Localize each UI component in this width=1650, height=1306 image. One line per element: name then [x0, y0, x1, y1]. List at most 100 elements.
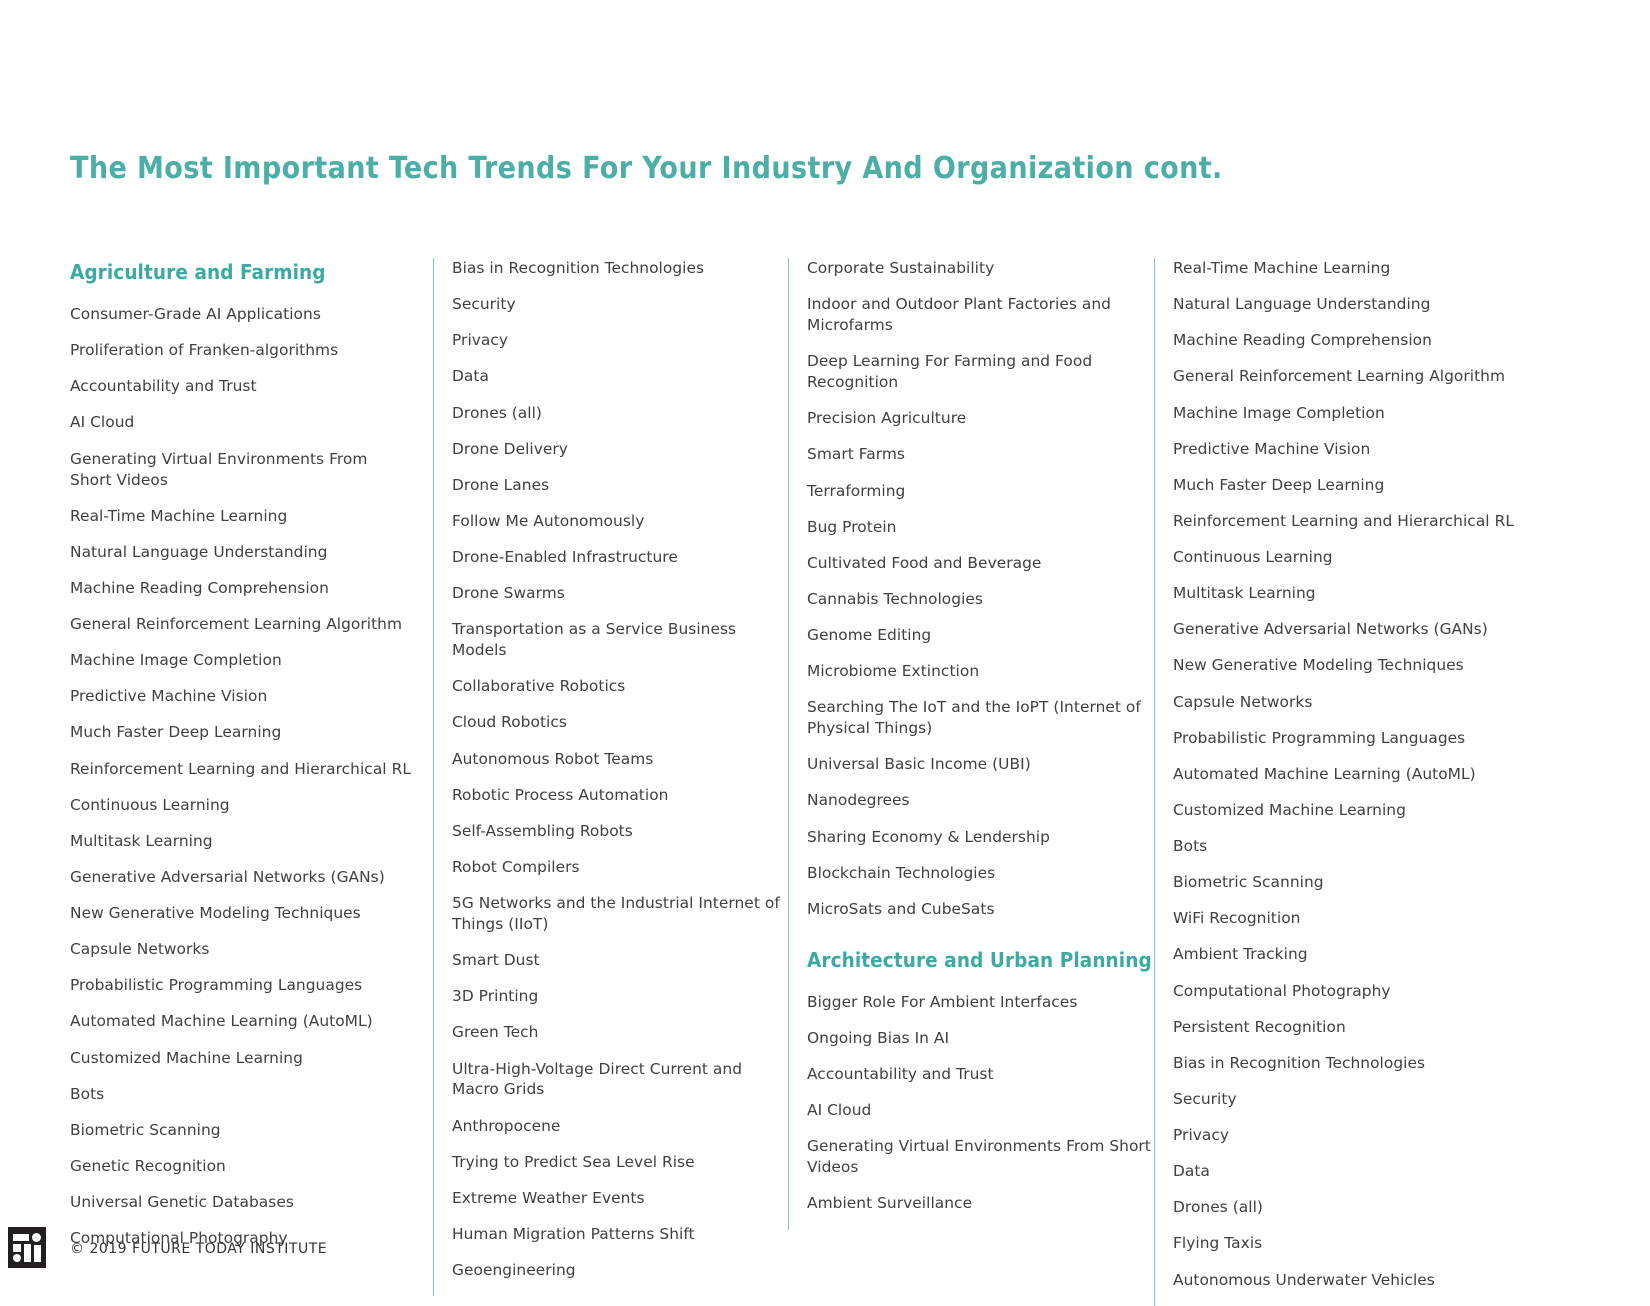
trend-list-item: 3D Printing: [452, 987, 539, 1006]
trend-list-item: Machine Image Completion: [1173, 403, 1385, 422]
trend-list-item: Autonomous Robot Teams: [452, 749, 654, 768]
trend-list-item: Data: [1173, 1162, 1210, 1181]
trend-list-item: Transportation as a Service Business Mod…: [452, 620, 737, 660]
logo-bar-middle: [24, 1244, 31, 1262]
page-title: The Most Important Tech Trends For Your …: [70, 151, 1223, 187]
trend-list-item: Continuous Learning: [1173, 548, 1333, 566]
trend-list-item: Bots: [1173, 837, 1208, 855]
trend-list-item: Genetic Recognition: [70, 1156, 226, 1175]
trend-list-item: Terraforming: [807, 481, 906, 500]
trend-list-item: Biometric Scanning: [70, 1120, 221, 1139]
trend-list-item: Trying to Predict Sea Level Rise: [452, 1152, 695, 1171]
trend-list-item: WiFi Recognition: [1173, 909, 1301, 928]
trend-list-item: Ambient Tracking: [1173, 945, 1308, 964]
trend-list-item: Corporate Sustainability: [807, 259, 995, 277]
trend-list-item: New Generative Modeling Techniques: [1173, 656, 1464, 675]
logo-dot-bottom-left: [13, 1254, 21, 1262]
trend-list-item: New Generative Modeling Techniques: [70, 904, 361, 923]
trend-list-item: Nanodegrees: [807, 791, 910, 810]
trend-list-item: Self-Assembling Robots: [452, 821, 633, 840]
trend-list-item: General Reinforcement Learning Algorithm: [1173, 367, 1506, 386]
trend-list-item: Computational Photography: [1173, 981, 1391, 1000]
trend-list-item: Probabilistic Programming Languages: [1173, 728, 1466, 747]
logo-square: [13, 1244, 21, 1252]
trend-list-item: Generative Adversarial Networks (GANs): [70, 867, 385, 886]
trend-list-item: Smart Dust: [452, 951, 540, 970]
column-2: Bias in Recognition Technologies Security…: [433, 258, 788, 1297]
trend-list-item: Generative Adversarial Networks (GANs): [1173, 620, 1488, 639]
trend-list-item: Multitask Learning: [70, 831, 213, 850]
trend-list-item: Predictive Machine Vision: [1173, 439, 1371, 458]
trend-list-item: Deep Learning For Farming and Food Recog…: [807, 352, 1093, 392]
trend-list-item: Follow Me Autonomously: [452, 511, 645, 530]
trend-list-item: Machine Image Completion: [70, 651, 282, 670]
trend-list: Real-Time Machine Learning Natural Langua…: [1173, 258, 1550, 1290]
trend-list-item: Real-Time Machine Learning: [70, 506, 288, 525]
trend-list-item: Searching The IoT and the IoPT (Internet…: [807, 698, 1141, 738]
trend-list-item: Persistent Recognition: [1173, 1017, 1346, 1036]
trend-list-item: Robotic Process Automation: [452, 785, 669, 804]
trend-list-item: Machine Reading Comprehension: [70, 578, 329, 597]
trend-list-item: Predictive Machine Vision: [70, 687, 268, 706]
trend-list-item: Cannabis Technologies: [807, 589, 983, 608]
trend-list-item: Drone Lanes: [452, 475, 550, 494]
trend-list: Consumer-Grade AI Applications Proliferat…: [70, 304, 413, 1249]
page-footer: © 2019 FUTURE TODAY INSTITUTE: [0, 1205, 1650, 1275]
trend-list-item: Cultivated Food and Beverage: [807, 553, 1042, 572]
section-heading: Architecture and Urban Planning: [807, 947, 1152, 972]
logo-bar-top: [13, 1234, 29, 1241]
trend-list-item: Collaborative Robotics: [452, 677, 626, 696]
trend-list-item: Ongoing Bias In AI: [807, 1028, 950, 1047]
trend-list-item: Cloud Robotics: [452, 713, 567, 732]
trend-list-item: Security: [452, 295, 516, 314]
trend-list-item: Machine Reading Comprehension: [1173, 331, 1432, 350]
trend-list-item: AI Cloud: [70, 413, 135, 432]
trend-list-item: Drone-Enabled Infrastructure: [452, 548, 678, 566]
trend-list-item: Bots: [70, 1084, 105, 1103]
copyright-text: © 2019 FUTURE TODAY INSTITUTE: [70, 1241, 328, 1257]
trend-list-item: Reinforcement Learning and Hierarchical …: [70, 759, 411, 778]
trend-list-item: Universal Basic Income (UBI): [807, 755, 1031, 774]
trend-list-item: Bias in Recognition Technologies: [1173, 1053, 1426, 1072]
trend-list-item: Much Faster Deep Learning: [70, 723, 282, 742]
trend-list-item: Anthropocene: [452, 1116, 561, 1135]
trend-list-item: Drone Delivery: [452, 439, 568, 458]
trend-list-item: Natural Language Understanding: [70, 542, 328, 561]
trend-list-item: Biometric Scanning: [1173, 873, 1324, 892]
trend-list-item: Multitask Learning: [1173, 584, 1316, 603]
logo-dot-top-right: [32, 1233, 41, 1242]
trend-list-item: Indoor and Outdoor Plant Factories and M…: [807, 295, 1111, 335]
trend-list-item: Blockchain Technologies: [807, 863, 996, 882]
trend-list-item: Robot Compilers: [452, 857, 580, 876]
trend-list-item: AI Cloud: [807, 1101, 872, 1120]
trend-list-item: Bug Protein: [807, 517, 897, 536]
trend-list-item: Generating Virtual Environments From Sho…: [70, 449, 368, 489]
trend-list-item: Customized Machine Learning: [1173, 800, 1406, 819]
trend-list-item: Ultra-High-Voltage Direct Current and Ma…: [452, 1059, 743, 1099]
trend-list-item: Bias in Recognition Technologies: [452, 259, 705, 277]
trend-list-item: Automated Machine Learning (AutoML): [70, 1012, 373, 1031]
trend-list-item: Privacy: [1173, 1126, 1230, 1144]
trend-list: Bias in Recognition Technologies Security…: [452, 258, 788, 1281]
trend-list-item: Bigger Role For Ambient Interfaces: [807, 992, 1078, 1011]
trend-list-item: Smart Farms: [807, 445, 905, 464]
trend-list: Bigger Role For Ambient Interfaces Ongoin…: [807, 992, 1154, 1215]
trend-list-item: Much Faster Deep Learning: [1173, 475, 1385, 494]
trend-list-item: Privacy: [452, 331, 509, 350]
trend-list-item: Capsule Networks: [1173, 692, 1313, 711]
trend-list-item: Drones (all): [452, 403, 542, 422]
trend-list-item: Natural Language Understanding: [1173, 295, 1431, 314]
trend-list-item: Accountability and Trust: [70, 377, 257, 396]
future-today-institute-logo-icon: [8, 1227, 46, 1268]
trend-list-item: Real-Time Machine Learning: [1173, 259, 1391, 277]
column-3: Corporate Sustainability Indoor and Outdo…: [788, 258, 1154, 1230]
trend-list: Corporate Sustainability Indoor and Outdo…: [807, 258, 1154, 920]
trend-list-item: Microbiome Extinction: [807, 662, 980, 681]
trend-list-item: Probabilistic Programming Languages: [70, 976, 363, 995]
trend-list-item: Drone Swarms: [452, 584, 565, 603]
trend-list-item: Customized Machine Learning: [70, 1048, 303, 1067]
column-4: Real-Time Machine Learning Natural Langua…: [1154, 258, 1550, 1306]
trend-list-item: Proliferation of Franken-algorithms: [70, 341, 339, 360]
trend-list-item: Security: [1173, 1089, 1237, 1108]
trend-list-item: MicroSats and CubeSats: [807, 899, 995, 918]
